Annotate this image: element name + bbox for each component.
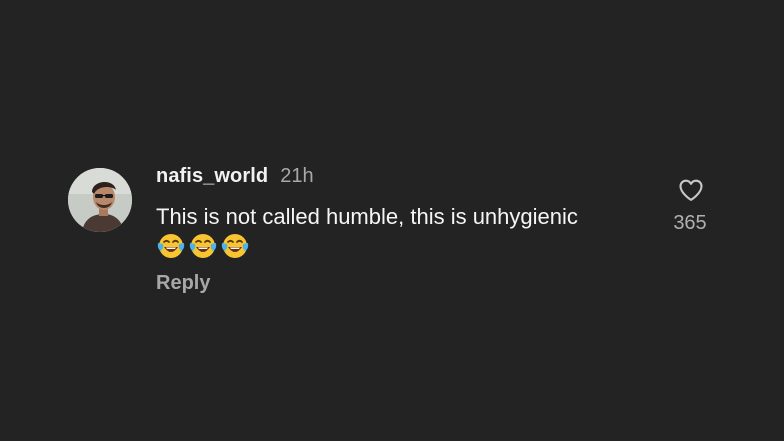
face-with-tears-of-joy-icon (221, 234, 249, 258)
face-with-tears-of-joy-icon (157, 234, 185, 258)
face-with-tears-of-joy-icon (189, 234, 217, 258)
profile-photo (68, 168, 132, 232)
like-count: 365 (673, 212, 707, 234)
comment-text: This is not called humble, this is unhyg… (156, 204, 578, 229)
username-link[interactable]: nafis_world (156, 165, 268, 188)
reply-button[interactable]: Reply (156, 272, 210, 295)
heart-outline-icon[interactable] (677, 176, 705, 204)
like-button[interactable]: 365 (664, 174, 716, 238)
comments-screen: nafis_world 21h This is not called humbl… (0, 0, 784, 441)
comment-timestamp: 21h (280, 165, 314, 187)
comment-item: nafis_world 21h This is not called humbl… (0, 0, 784, 441)
emoji-row (157, 232, 249, 260)
avatar[interactable] (68, 168, 132, 232)
comment-header: nafis_world 21h (156, 165, 314, 189)
